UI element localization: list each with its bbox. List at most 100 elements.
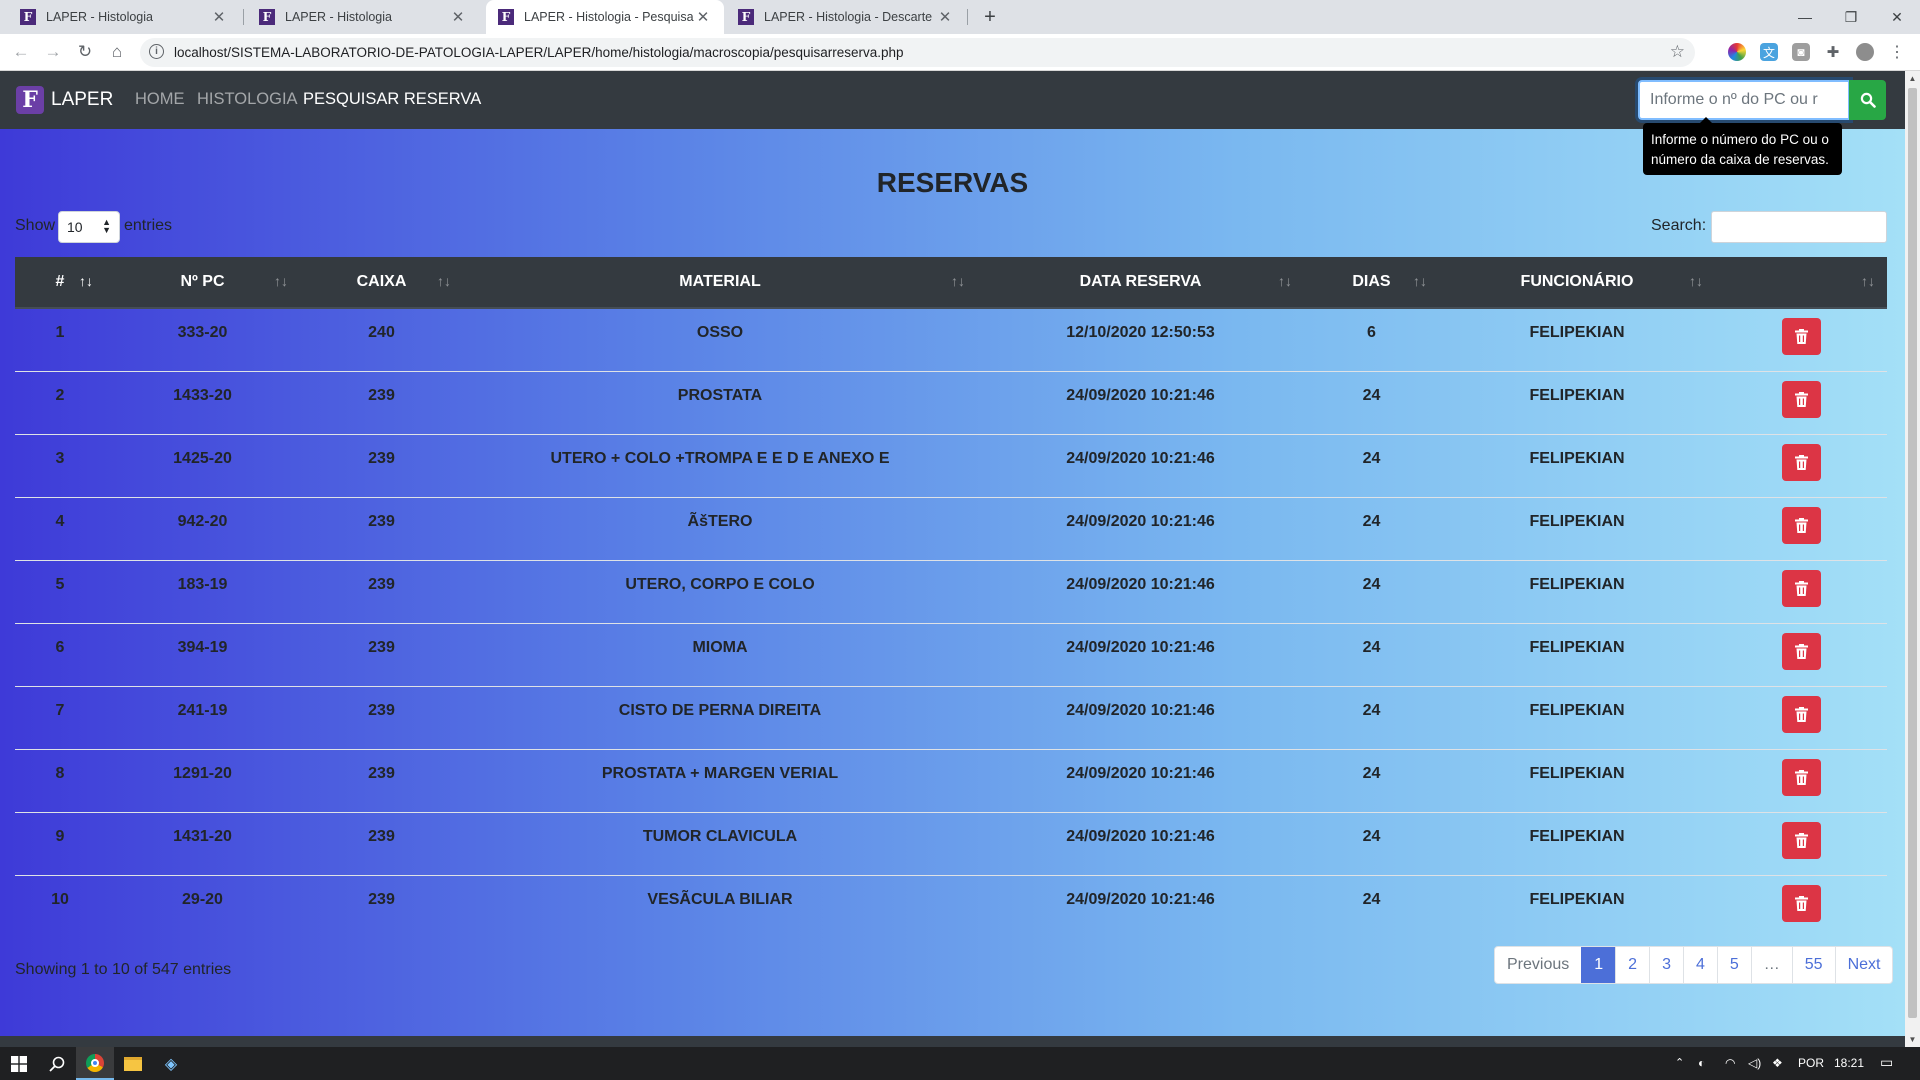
scroll-down-icon[interactable]: ▼	[1905, 1032, 1920, 1047]
menu-kebab-icon[interactable]: ⋮	[1888, 43, 1906, 61]
extensions-puzzle-icon[interactable]: ✚	[1824, 43, 1842, 61]
browser-tab-1[interactable]: F LAPER - Histologia ✕	[8, 0, 240, 34]
cell-funcionario: FELIPEKIAN	[1439, 748, 1715, 812]
new-tab-button[interactable]: +	[977, 4, 1003, 30]
delete-button[interactable]	[1781, 318, 1821, 355]
forward-arrow-icon[interactable]: →	[41, 40, 65, 64]
cell-funcionario: FELIPEKIAN	[1439, 433, 1715, 497]
page-viewport: F LAPER HOME HISTOLOGIA PESQUISAR RESERV…	[0, 71, 1905, 1047]
reload-icon[interactable]: ↻	[73, 40, 97, 64]
pagination: Previous 1 2 3 4 5 … 55 Next	[1494, 946, 1894, 984]
navbar-search-field[interactable]	[1638, 80, 1850, 120]
nav-link-pesquisar-reserva[interactable]: PESQUISAR RESERVA	[303, 90, 481, 109]
delete-button[interactable]	[1781, 821, 1821, 859]
pagination-page-4[interactable]: 4	[1682, 947, 1717, 983]
tray-chevron-icon[interactable]: ⌃	[1675, 1056, 1684, 1069]
column-header-actions[interactable]: ↑↓	[1715, 257, 1887, 309]
cell-data-reserva: 24/09/2020 10:21:46	[977, 874, 1304, 938]
table-row: 6 394-19 239 MIOMA 24/09/2020 10:21:46 2…	[15, 622, 1887, 686]
cell-funcionario: FELIPEKIAN	[1439, 559, 1715, 623]
cell-number: 5	[15, 559, 105, 623]
column-header-material[interactable]: MATERIAL ↑↓	[463, 257, 977, 309]
cell-actions	[1715, 433, 1887, 497]
restore-icon[interactable]: ❐	[1828, 0, 1874, 34]
close-icon[interactable]: ✕	[449, 8, 467, 26]
cell-actions	[1715, 874, 1887, 938]
delete-button[interactable]	[1781, 758, 1821, 796]
pagination-page-55[interactable]: 55	[1791, 947, 1835, 983]
close-icon[interactable]: ✕	[210, 8, 228, 26]
brand-name[interactable]: LAPER	[51, 89, 113, 111]
column-header-number[interactable]: # ↑↓	[15, 257, 105, 309]
close-icon[interactable]: ✕	[694, 8, 712, 26]
minimize-icon[interactable]: —	[1782, 0, 1828, 34]
profile-avatar[interactable]	[1856, 43, 1874, 61]
length-show-label: Show	[15, 217, 56, 234]
windows-start-icon[interactable]	[0, 1047, 38, 1080]
nav-link-histologia[interactable]: HISTOLOGIA	[197, 90, 298, 109]
page-scrollbar[interactable]: ▲ ▼	[1905, 71, 1920, 1047]
camera-extension-icon[interactable]: ◙	[1792, 43, 1810, 61]
pagination-previous[interactable]: Previous	[1495, 947, 1581, 983]
nav-link-home[interactable]: HOME	[135, 90, 185, 109]
column-header-funcionario[interactable]: FUNCIONÁRIO ↑↓	[1439, 257, 1715, 309]
laper-logo[interactable]: F	[16, 86, 44, 114]
info-icon[interactable]: i	[149, 44, 164, 59]
tray-steam-icon[interactable]: ◐	[1698, 1056, 1705, 1070]
address-bar[interactable]: i localhost/SISTEMA-LABORATORIO-DE-PATOL…	[140, 38, 1695, 67]
delete-button[interactable]	[1781, 506, 1821, 544]
translate-extension-icon[interactable]: 文	[1760, 43, 1778, 61]
tray-language[interactable]: POR	[1798, 1056, 1824, 1070]
tray-volume-icon[interactable]: ◁)	[1748, 1056, 1761, 1070]
taskbar-app-icon[interactable]: ◈	[152, 1047, 190, 1080]
taskbar-file-explorer-icon[interactable]	[114, 1047, 152, 1080]
pagination-page-1[interactable]: 1	[1581, 947, 1616, 983]
cell-pc: 1425-20	[105, 433, 300, 497]
delete-button[interactable]	[1781, 695, 1821, 733]
cell-number: 1	[55, 324, 65, 341]
notification-center-icon[interactable]: ▭	[1880, 1054, 1893, 1071]
column-header-pc[interactable]: Nº PC ↑↓	[105, 257, 300, 309]
reservas-table: # ↑↓ Nº PC ↑↓ CAIXA ↑↓ MATERIAL ↑↓ DATA RESE…	[15, 257, 1887, 938]
taskbar-search-icon[interactable]	[38, 1047, 76, 1080]
entries-length-select[interactable]: 10 ▲ ▼	[58, 211, 120, 243]
pagination-page-3[interactable]: 3	[1649, 947, 1683, 983]
pagination-page-2[interactable]: 2	[1615, 947, 1649, 983]
browser-tab-4[interactable]: F LAPER - Histologia - Descarte ✕	[726, 0, 966, 34]
navbar-search-input[interactable]	[1640, 82, 1848, 118]
close-icon[interactable]: ✕	[936, 8, 954, 26]
tray-wifi-icon[interactable]: ◠	[1725, 1056, 1735, 1070]
pagination-page-5[interactable]: 5	[1716, 947, 1751, 983]
scrollbar-thumb[interactable]	[1908, 88, 1917, 1018]
tray-dropbox-icon[interactable]: ❖	[1772, 1056, 1783, 1070]
pagination-next[interactable]: Next	[1834, 947, 1893, 983]
color-extension-icon[interactable]	[1728, 43, 1746, 61]
trash-icon	[1794, 391, 1808, 407]
browser-tab-3-active[interactable]: F LAPER - Histologia - Pesquisar Re ✕	[486, 0, 724, 34]
column-header-dias[interactable]: DIAS ↑↓	[1304, 257, 1439, 309]
column-header-data-reserva[interactable]: DATA RESERVA ↑↓	[977, 257, 1304, 309]
cell-material: TUMOR CLAVICULA	[463, 811, 977, 875]
table-search-input[interactable]	[1711, 211, 1887, 243]
table-row: 7 241-19 239 CISTO DE PERNA DIREITA 24/0…	[15, 685, 1887, 749]
tray-clock[interactable]: 18:21	[1834, 1056, 1864, 1070]
back-arrow-icon[interactable]: ←	[9, 40, 33, 64]
cell-actions	[1715, 308, 1887, 371]
delete-button[interactable]	[1781, 380, 1821, 418]
url-text[interactable]: localhost/SISTEMA-LABORATORIO-DE-PATOLOG…	[174, 45, 904, 60]
browser-tab-2[interactable]: F LAPER - Histologia ✕	[247, 0, 479, 34]
close-window-icon[interactable]: ✕	[1874, 0, 1920, 34]
delete-button[interactable]	[1781, 884, 1821, 922]
table-row: 2 1433-20 239 PROSTATA 24/09/2020 10:21:…	[15, 370, 1887, 434]
cell-funcionario: FELIPEKIAN	[1439, 370, 1715, 434]
scroll-up-icon[interactable]: ▲	[1905, 71, 1920, 86]
cell-pc: 29-20	[105, 874, 300, 938]
home-icon[interactable]: ⌂	[105, 40, 129, 64]
delete-button[interactable]	[1781, 632, 1821, 670]
navbar-search-button[interactable]	[1849, 80, 1886, 120]
column-header-caixa[interactable]: CAIXA ↑↓	[300, 257, 463, 309]
bookmark-star-icon[interactable]: ☆	[1670, 42, 1685, 62]
delete-button[interactable]	[1781, 569, 1821, 607]
taskbar-chrome-icon[interactable]	[76, 1047, 114, 1080]
delete-button[interactable]	[1781, 443, 1821, 481]
